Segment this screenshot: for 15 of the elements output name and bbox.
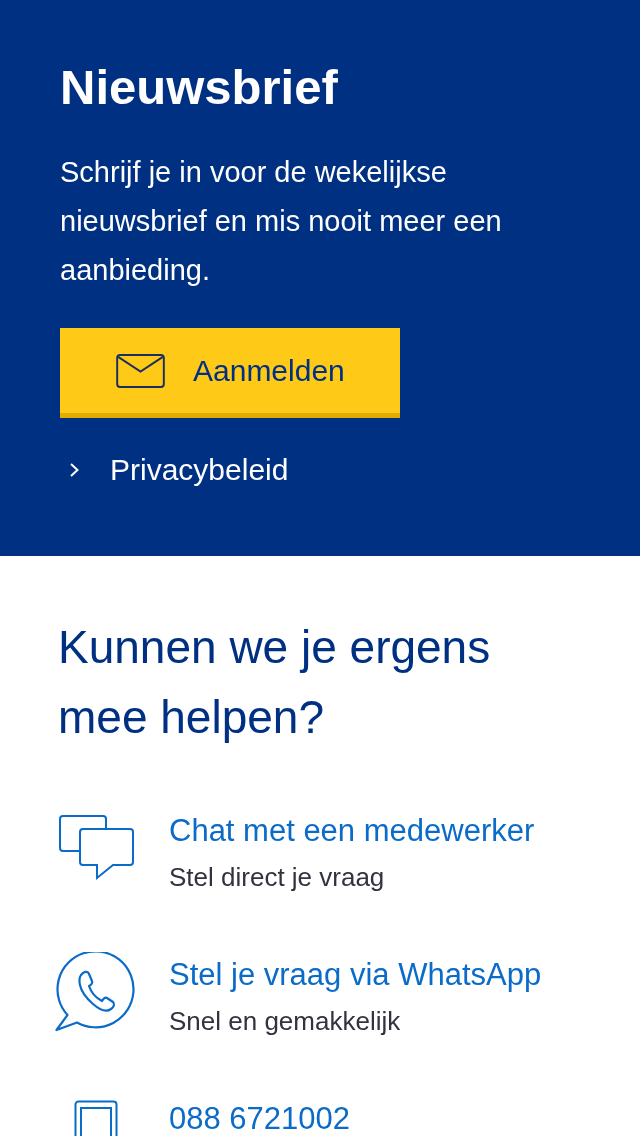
mobile-phone-icon	[74, 1100, 118, 1136]
envelope-icon	[116, 353, 165, 388]
signup-button[interactable]: Aanmelden	[60, 328, 400, 418]
chat-bubbles-icon	[59, 815, 135, 881]
newsletter-title: Nieuwsbrief	[60, 60, 338, 115]
privacy-link[interactable]: Privacybeleid	[60, 450, 289, 490]
contact-description: Snel en gemakkelijk	[169, 1005, 401, 1038]
phone-bubble-icon	[55, 952, 137, 1032]
newsletter-text: Schrijf je in voor de wekelijkse nieuwsbrief en mis nooit meer een aanbieding.	[60, 155, 503, 288]
chevron-right-icon	[70, 463, 79, 477]
contact-description: Stel direct je vraag	[169, 861, 385, 894]
contact-link[interactable]: Stel je vraag via WhatsApp	[169, 955, 542, 995]
help-heading: Kunnen we je ergens mee helpen?	[58, 620, 492, 745]
contact-link[interactable]: Chat met een medewerker	[169, 811, 535, 851]
contact-link[interactable]: 088 6721002	[169, 1099, 351, 1136]
